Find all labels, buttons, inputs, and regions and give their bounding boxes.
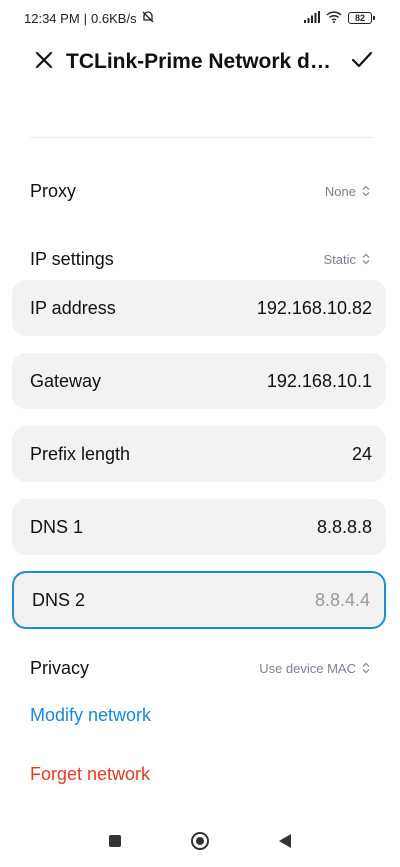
notification-muted-icon — [141, 10, 155, 27]
ip-settings-dropdown[interactable]: Static — [323, 252, 370, 267]
ip-settings-label: IP settings — [30, 248, 114, 269]
chevron-updown-icon — [362, 662, 370, 674]
dns1-label: DNS 1 — [30, 516, 84, 537]
dns1-field[interactable]: DNS 1 8.8.8.8 — [12, 499, 386, 555]
dns1-value[interactable]: 8.8.8.8 — [317, 517, 372, 538]
confirm-button[interactable] — [348, 48, 376, 76]
home-button[interactable] — [191, 832, 209, 850]
header-divider — [30, 137, 374, 138]
dns2-label: DNS 2 — [32, 589, 86, 610]
back-button[interactable] — [279, 834, 291, 848]
battery-level: 82 — [354, 13, 365, 23]
privacy-row[interactable]: Privacy Use device MAC — [30, 648, 370, 688]
battery-icon: 82 — [348, 12, 375, 24]
modify-network-link[interactable]: Modify network — [30, 705, 151, 726]
ip-settings-row[interactable]: IP settings Static — [30, 239, 370, 279]
dns2-field[interactable]: DNS 2 8.8.4.4 — [12, 571, 386, 629]
ip-settings-value: Static — [323, 251, 356, 267]
checkmark-icon — [351, 51, 373, 74]
gateway-value[interactable]: 192.168.10.1 — [267, 371, 372, 392]
ip-address-label: IP address — [30, 297, 116, 318]
privacy-dropdown[interactable]: Use device MAC — [259, 661, 370, 676]
dns2-placeholder[interactable]: 8.8.4.4 — [315, 590, 370, 611]
forget-network-link[interactable]: Forget network — [30, 764, 150, 785]
ip-address-value[interactable]: 192.168.10.82 — [257, 298, 372, 319]
privacy-label: Privacy — [30, 657, 90, 678]
prefix-length-value[interactable]: 24 — [352, 444, 372, 465]
title-bar: TCLink-Prime Network detai... — [0, 40, 400, 84]
proxy-label: Proxy — [30, 180, 77, 201]
ip-address-field[interactable]: IP address 192.168.10.82 — [12, 280, 386, 336]
recents-button[interactable] — [109, 835, 121, 847]
privacy-value: Use device MAC — [259, 660, 356, 676]
close-button[interactable] — [30, 48, 58, 76]
proxy-value: None — [324, 183, 356, 199]
status-bar: 12:34 PM | 0.6KB/s 82 — [0, 0, 400, 36]
signal-icon — [304, 10, 320, 26]
status-left: 12:34 PM | 0.6KB/s — [24, 10, 155, 27]
proxy-row[interactable]: Proxy None — [30, 171, 370, 211]
page-title: TCLink-Prime Network detai... — [66, 50, 348, 73]
proxy-dropdown[interactable]: None — [325, 184, 370, 199]
status-time: 12:34 PM — [24, 10, 80, 26]
gateway-label: Gateway — [30, 370, 102, 391]
prefix-length-label: Prefix length — [30, 443, 131, 464]
status-separator: | — [83, 10, 88, 26]
status-speed: 0.6KB/s — [91, 10, 137, 26]
close-icon — [35, 51, 53, 74]
wifi-icon — [326, 10, 342, 26]
chevron-updown-icon — [362, 253, 370, 265]
gateway-field[interactable]: Gateway 192.168.10.1 — [12, 353, 386, 409]
status-right: 82 — [304, 10, 375, 26]
chevron-updown-icon — [362, 185, 370, 197]
navigation-bar — [0, 815, 400, 867]
prefix-length-field[interactable]: Prefix length 24 — [12, 426, 386, 482]
